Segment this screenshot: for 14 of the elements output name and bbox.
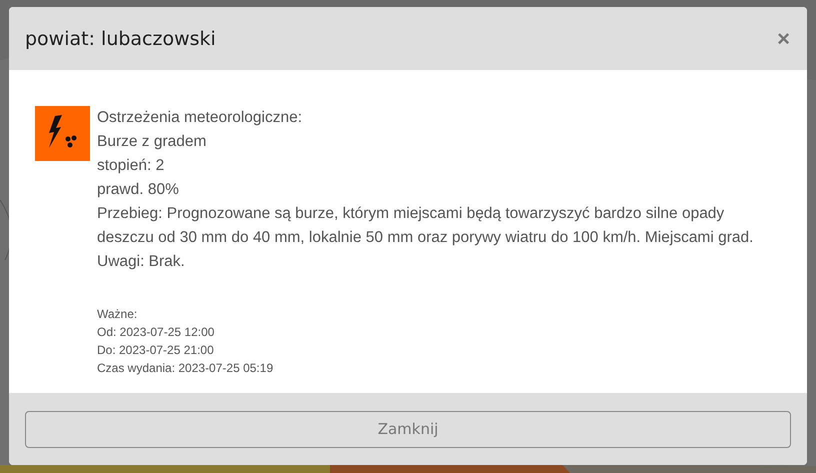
close-button[interactable]: × (777, 26, 790, 52)
close-dialog-button[interactable]: Zamknij (25, 410, 791, 448)
warning-text: Ostrzeżenia meteorologiczne: (97, 108, 304, 128)
warning-text: Uwagi: Brak. (97, 252, 186, 272)
warning-text: Przebieg: Prognozowane są burze, którym miejscami będą towarzyszyć bardzo silne opady deszczu od 30 mm do 40 mm, lokalnie 50 mm oraz porywy wiatru do 100 km/h. Miejscami grad. (97, 204, 754, 248)
thunderstorm-hail-icon (35, 106, 90, 161)
warning-text: Burze z gradem (97, 132, 208, 152)
validity-text: Od: 2023-07-25 12:00 (97, 324, 216, 341)
warning-text: prawd. 80% (97, 180, 180, 200)
dialog-title: powiat: lubaczowski (25, 28, 216, 50)
validity-text: Ważne: (97, 306, 138, 323)
warning-text: stopień: 2 (97, 156, 166, 176)
validity-text: Czas wydania: 2023-07-25 05:19 (97, 360, 274, 377)
validity-text: Do: 2023-07-25 21:00 (97, 342, 215, 359)
